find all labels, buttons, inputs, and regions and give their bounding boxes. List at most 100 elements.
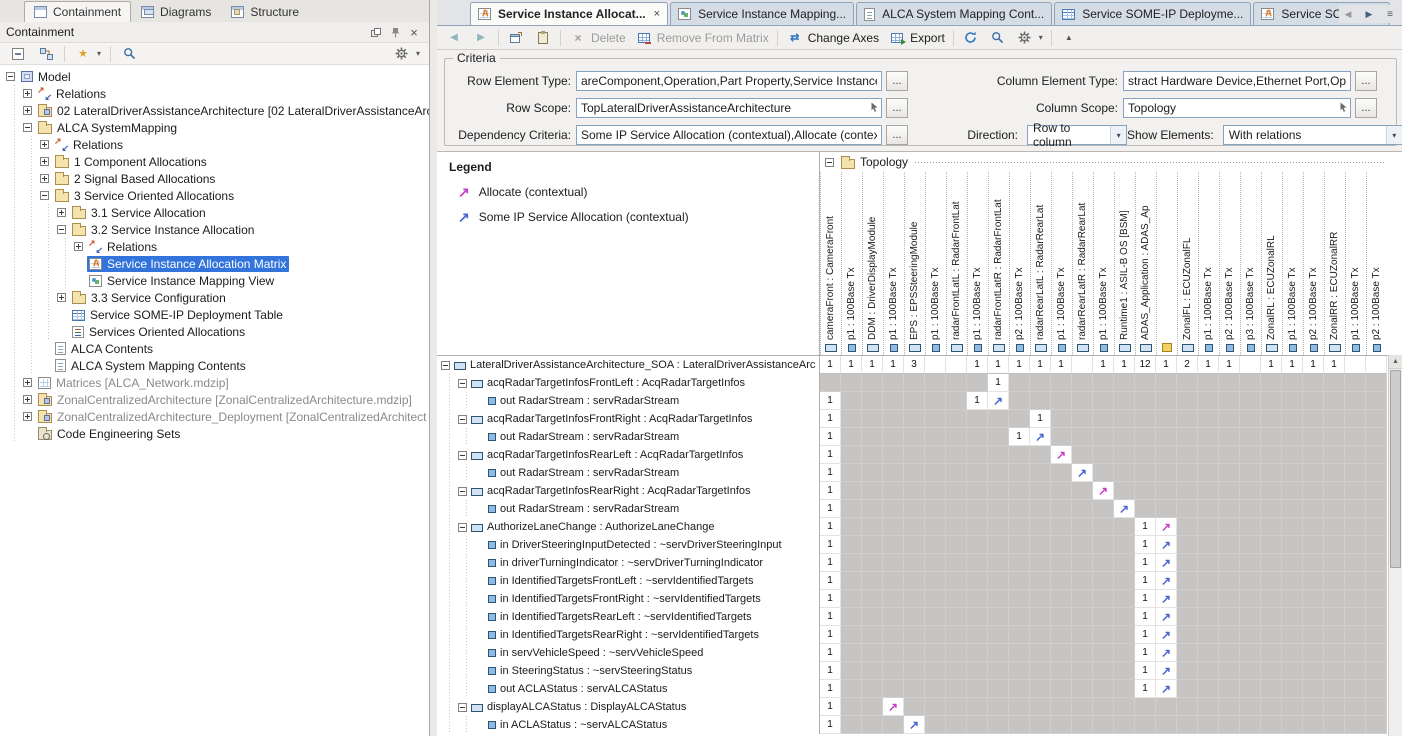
matrix-cell[interactable] <box>862 554 883 572</box>
matrix-cell[interactable] <box>988 590 1009 608</box>
matrix-cell[interactable] <box>904 554 925 572</box>
close-icon[interactable]: × <box>405 23 423 41</box>
matrix-cell[interactable] <box>1051 500 1072 518</box>
matrix-cell[interactable] <box>1198 446 1219 464</box>
matrix-cell[interactable] <box>1282 680 1303 698</box>
tree-item[interactable]: Code Engineering Sets <box>6 425 429 442</box>
matrix-cell[interactable] <box>1114 392 1135 410</box>
matrix-cell[interactable] <box>1345 626 1366 644</box>
tree-expander[interactable] <box>23 123 32 132</box>
matrix-cell[interactable] <box>862 590 883 608</box>
matrix-cell[interactable] <box>988 410 1009 428</box>
matrix-cell[interactable] <box>946 446 967 464</box>
matrix-cell[interactable] <box>988 698 1009 716</box>
matrix-cell[interactable] <box>1240 464 1261 482</box>
matrix-cell[interactable] <box>904 626 925 644</box>
tree-item[interactable]: ALCA System Mapping Contents <box>6 357 429 374</box>
matrix-cell[interactable] <box>1324 626 1345 644</box>
matrix-cell[interactable] <box>1114 410 1135 428</box>
matrix-cell[interactable] <box>1072 482 1093 500</box>
tree-item[interactable]: ALCA Contents <box>6 340 429 357</box>
matrix-cell[interactable] <box>925 716 946 734</box>
matrix-cell[interactable] <box>1051 518 1072 536</box>
matrix-column-header[interactable]: p1 : 100Base Tx <box>1282 172 1303 355</box>
matrix-cell[interactable]: 1 <box>820 554 841 572</box>
matrix-cell[interactable] <box>1282 644 1303 662</box>
matrix-cell[interactable] <box>1366 608 1387 626</box>
matrix-cell[interactable]: 1 <box>1135 608 1156 626</box>
matrix-cell[interactable] <box>1072 716 1093 734</box>
matrix-cell[interactable] <box>1324 410 1345 428</box>
matrix-cell[interactable] <box>925 428 946 446</box>
tree-expander[interactable] <box>40 140 49 149</box>
matrix-cell[interactable] <box>1072 680 1093 698</box>
document-tab[interactable]: ALCA System Mapping Cont... <box>856 2 1052 25</box>
matrix-column-header[interactable]: p2 : 100Base Tx <box>1009 172 1030 355</box>
matrix-cell[interactable] <box>1177 608 1198 626</box>
matrix-cell[interactable] <box>841 554 862 572</box>
matrix-cell[interactable] <box>1198 626 1219 644</box>
matrix-row-header[interactable]: in DriverSteeringInputDetected : ~servDr… <box>437 536 820 554</box>
matrix-row-header[interactable]: out ACLAStatus : servALCAStatus <box>437 680 820 698</box>
matrix-cell[interactable] <box>1366 662 1387 680</box>
settings-button[interactable]: ▾ <box>389 44 424 64</box>
matrix-cell[interactable] <box>1303 428 1324 446</box>
matrix-cell[interactable] <box>1051 644 1072 662</box>
matrix-column-header[interactable]: p1 : 100Base Tx <box>1093 172 1114 355</box>
matrix-cell[interactable] <box>904 608 925 626</box>
matrix-column-header[interactable]: EPS : EPSSteeringModule <box>904 172 925 355</box>
matrix-row-header[interactable]: in ACLAStatus : ~servALCAStatus <box>437 716 820 734</box>
search-button[interactable] <box>116 44 142 64</box>
matrix-cell[interactable]: ↗ <box>1030 428 1051 446</box>
matrix-row-header[interactable]: in IdentifiedTargetsFrontLeft : ~servIde… <box>437 572 820 590</box>
matrix-cell[interactable] <box>1345 590 1366 608</box>
matrix-cell[interactable]: ↗ <box>1072 464 1093 482</box>
matrix-cell[interactable]: 1 <box>1156 356 1177 374</box>
matrix-cell[interactable] <box>1282 572 1303 590</box>
tree-item[interactable]: Relations <box>6 85 429 102</box>
matrix-cell[interactable]: 1 <box>820 518 841 536</box>
matrix-cell[interactable] <box>1114 482 1135 500</box>
matrix-cell[interactable] <box>1219 410 1240 428</box>
matrix-cell[interactable] <box>1135 716 1156 734</box>
matrix-cell[interactable] <box>1282 518 1303 536</box>
matrix-cell[interactable] <box>1030 482 1051 500</box>
matrix-cell[interactable] <box>883 428 904 446</box>
matrix-cell[interactable] <box>1240 626 1261 644</box>
matrix-cell[interactable] <box>1303 374 1324 392</box>
matrix-cell[interactable] <box>1093 554 1114 572</box>
matrix-cell[interactable] <box>1303 680 1324 698</box>
matrix-cell[interactable]: 1 <box>820 716 841 734</box>
matrix-cell[interactable] <box>1282 608 1303 626</box>
matrix-cell[interactable] <box>925 608 946 626</box>
matrix-cell[interactable] <box>1114 590 1135 608</box>
matrix-cell[interactable] <box>1030 716 1051 734</box>
matrix-cell[interactable] <box>1261 626 1282 644</box>
matrix-cell[interactable] <box>1156 716 1177 734</box>
tree-item[interactable]: ALCA SystemMapping <box>6 119 429 136</box>
matrix-cell[interactable] <box>1303 464 1324 482</box>
matrix-cell[interactable] <box>946 410 967 428</box>
matrix-cell[interactable] <box>883 608 904 626</box>
tree-expander[interactable] <box>57 293 66 302</box>
matrix-cell[interactable] <box>1051 680 1072 698</box>
matrix-cell[interactable] <box>1366 572 1387 590</box>
matrix-cell[interactable]: ↗ <box>1156 662 1177 680</box>
matrix-column-header[interactable]: ADAS_Application : ADAS_Ap <box>1135 172 1156 355</box>
matrix-cell[interactable] <box>1303 662 1324 680</box>
matrix-cell[interactable] <box>841 608 862 626</box>
matrix-cell[interactable] <box>862 680 883 698</box>
matrix-cell[interactable] <box>904 518 925 536</box>
matrix-column-header[interactable]: ZonalRL : ECUZonalRL <box>1261 172 1282 355</box>
tree-item[interactable]: Services Oriented Allocations <box>6 323 429 340</box>
matrix-cell[interactable] <box>988 554 1009 572</box>
matrix-cell[interactable] <box>1261 410 1282 428</box>
matrix-cell[interactable] <box>904 374 925 392</box>
matrix-cell[interactable] <box>1219 500 1240 518</box>
matrix-cell[interactable] <box>1114 608 1135 626</box>
matrix-cell[interactable] <box>1345 500 1366 518</box>
matrix-cell[interactable] <box>1114 644 1135 662</box>
matrix-cell[interactable] <box>1198 662 1219 680</box>
matrix-cell[interactable] <box>967 410 988 428</box>
matrix-cell[interactable] <box>841 626 862 644</box>
